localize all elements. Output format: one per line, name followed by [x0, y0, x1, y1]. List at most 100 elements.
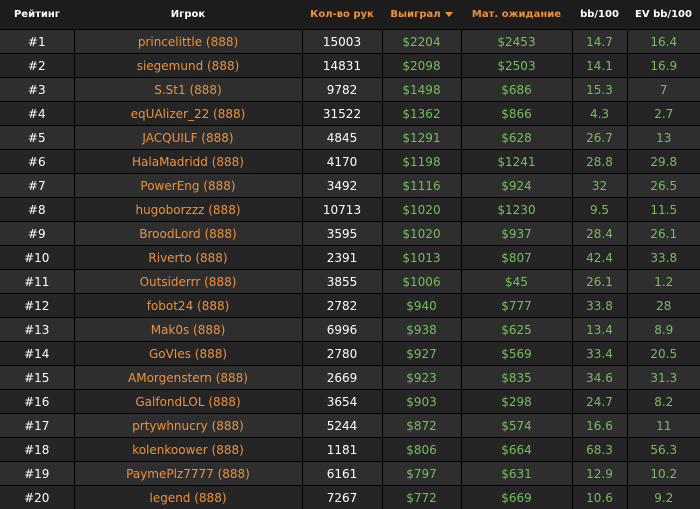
player-link[interactable]: prtywhnucry (888) — [132, 419, 244, 433]
won-cell: $1498 — [382, 78, 461, 102]
player-link[interactable]: Riverto (888) — [148, 251, 227, 265]
won-cell: $1006 — [382, 270, 461, 294]
hands-cell: 3492 — [302, 174, 382, 198]
player-link[interactable]: siegemund (888) — [137, 59, 240, 73]
table-row: #14GoVIes (888)2780$927$56933.420.5 — [0, 342, 700, 366]
column-header-hands[interactable]: Кол-во рук — [302, 0, 382, 30]
ev-cell: $569 — [461, 342, 572, 366]
rank-cell: #8 — [0, 198, 74, 222]
bb100-cell: 14.1 — [572, 54, 627, 78]
hands-cell: 4845 — [302, 126, 382, 150]
ev-cell: $45 — [461, 270, 572, 294]
won-cell: $1013 — [382, 246, 461, 270]
header-row: Рейтинг Игрок Кол-во рук Выиграл Мат. ож… — [0, 0, 700, 30]
bb100-cell: 10.6 — [572, 486, 627, 509]
player-cell: kolenkoower (888) — [74, 438, 302, 462]
rank-cell: #17 — [0, 414, 74, 438]
player-cell: Outsiderrr (888) — [74, 270, 302, 294]
table-row: #11Outsiderrr (888)3855$1006$4526.11.2 — [0, 270, 700, 294]
leaderboard-table: Рейтинг Игрок Кол-во рук Выиграл Мат. ож… — [0, 0, 700, 509]
player-link[interactable]: S.St1 (888) — [154, 83, 221, 97]
player-cell: legend (888) — [74, 486, 302, 509]
player-link[interactable]: GalfondLOL (888) — [135, 395, 240, 409]
table-row: #19PaymePlz7777 (888)6161$797$63112.910.… — [0, 462, 700, 486]
player-link[interactable]: legend (888) — [149, 491, 226, 505]
table-row: #5JACQUILF (888)4845$1291$62826.713 — [0, 126, 700, 150]
ev-cell: $631 — [461, 462, 572, 486]
table-header: Рейтинг Игрок Кол-во рук Выиграл Мат. ож… — [0, 0, 700, 30]
ev-cell: $628 — [461, 126, 572, 150]
ev-cell: $777 — [461, 294, 572, 318]
table-row: #12fobot24 (888)2782$940$77733.828 — [0, 294, 700, 318]
bb100-cell: 15.3 — [572, 78, 627, 102]
player-link[interactable]: GoVIes (888) — [149, 347, 227, 361]
ev-cell: $866 — [461, 102, 572, 126]
rank-cell: #12 — [0, 294, 74, 318]
player-cell: princelittle (888) — [74, 30, 302, 54]
bb100-cell: 12.9 — [572, 462, 627, 486]
evbb100-cell: 11 — [627, 414, 700, 438]
ev-cell: $2503 — [461, 54, 572, 78]
column-header-ev[interactable]: Мат. ожидание — [461, 0, 572, 30]
hands-cell: 7267 — [302, 486, 382, 509]
hands-cell: 2669 — [302, 366, 382, 390]
player-link[interactable]: AMorgenstern (888) — [128, 371, 248, 385]
player-link[interactable]: BroodLord (888) — [139, 227, 236, 241]
hands-cell: 3855 — [302, 270, 382, 294]
bb100-cell: 24.7 — [572, 390, 627, 414]
evbb100-cell: 9.2 — [627, 486, 700, 509]
won-cell: $797 — [382, 462, 461, 486]
table-body: #1princelittle (888)15003$2204$245314.71… — [0, 30, 700, 509]
rank-cell: #18 — [0, 438, 74, 462]
player-link[interactable]: HalaMadridd (888) — [132, 155, 244, 169]
bb100-cell: 32 — [572, 174, 627, 198]
rank-cell: #20 — [0, 486, 74, 509]
player-link[interactable]: PowerEng (888) — [140, 179, 235, 193]
hands-cell: 1181 — [302, 438, 382, 462]
won-cell: $772 — [382, 486, 461, 509]
player-link[interactable]: fobot24 (888) — [147, 299, 230, 313]
column-header-evbb100[interactable]: EV bb/100 — [627, 0, 700, 30]
column-header-bb100[interactable]: bb/100 — [572, 0, 627, 30]
ev-cell: $835 — [461, 366, 572, 390]
evbb100-cell: 28 — [627, 294, 700, 318]
player-link[interactable]: princelittle (888) — [138, 35, 238, 49]
won-cell: $1362 — [382, 102, 461, 126]
hands-cell: 4170 — [302, 150, 382, 174]
bb100-cell: 33.4 — [572, 342, 627, 366]
player-cell: BroodLord (888) — [74, 222, 302, 246]
player-link[interactable]: eqUAlizer_22 (888) — [131, 107, 246, 121]
evbb100-cell: 56.3 — [627, 438, 700, 462]
player-cell: S.St1 (888) — [74, 78, 302, 102]
hands-cell: 2780 — [302, 342, 382, 366]
bb100-cell: 13.4 — [572, 318, 627, 342]
evbb100-cell: 29.8 — [627, 150, 700, 174]
column-header-rank[interactable]: Рейтинг — [0, 0, 74, 30]
rank-cell: #19 — [0, 462, 74, 486]
won-cell: $903 — [382, 390, 461, 414]
hands-cell: 14831 — [302, 54, 382, 78]
bb100-cell: 26.1 — [572, 270, 627, 294]
player-link[interactable]: kolenkoower (888) — [132, 443, 244, 457]
table-row: #4eqUAlizer_22 (888)31522$1362$8664.32.7 — [0, 102, 700, 126]
rank-cell: #16 — [0, 390, 74, 414]
won-cell: $1116 — [382, 174, 461, 198]
evbb100-cell: 7 — [627, 78, 700, 102]
evbb100-cell: 16.4 — [627, 30, 700, 54]
ev-cell: $298 — [461, 390, 572, 414]
rank-cell: #14 — [0, 342, 74, 366]
player-link[interactable]: Outsiderrr (888) — [140, 275, 237, 289]
player-link[interactable]: PaymePlz7777 (888) — [126, 467, 250, 481]
player-link[interactable]: Mak0s (888) — [151, 323, 226, 337]
column-header-won[interactable]: Выиграл — [382, 0, 461, 30]
won-cell: $872 — [382, 414, 461, 438]
player-link[interactable]: JACQUILF (888) — [142, 131, 233, 145]
player-link[interactable]: hugoborzzz (888) — [135, 203, 240, 217]
hands-cell: 9782 — [302, 78, 382, 102]
won-cell: $927 — [382, 342, 461, 366]
hands-cell: 2391 — [302, 246, 382, 270]
player-cell: eqUAlizer_22 (888) — [74, 102, 302, 126]
bb100-cell: 14.7 — [572, 30, 627, 54]
column-header-player[interactable]: Игрок — [74, 0, 302, 30]
bb100-cell: 34.6 — [572, 366, 627, 390]
